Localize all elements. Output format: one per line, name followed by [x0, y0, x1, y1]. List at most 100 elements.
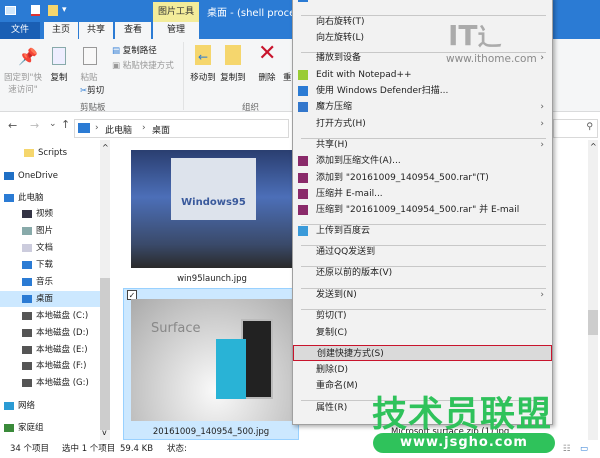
menu-item[interactable]: 还原以前的版本(V): [293, 265, 552, 281]
nav-item[interactable]: 网络: [0, 398, 100, 414]
nav-item[interactable]: 音乐: [0, 274, 100, 290]
details-view-icon[interactable]: ☷: [563, 440, 571, 458]
menu-item[interactable]: 向左旋转(L): [293, 30, 552, 46]
copy-button[interactable]: 复制: [47, 71, 71, 83]
menu-item[interactable]: 打开方式(H) ›: [293, 116, 552, 132]
winrar-icon: [298, 205, 308, 215]
drive-icon: [22, 311, 32, 320]
tab-view[interactable]: 查看: [115, 22, 151, 39]
nav-item[interactable]: 此电脑: [0, 190, 100, 206]
paste-icon: [83, 47, 97, 65]
chevron-right-icon: ›: [142, 123, 146, 133]
menu-item[interactable]: 魔方压缩 ›: [293, 99, 552, 115]
paste-shortcut-button[interactable]: ▣ 粘贴快捷方式: [112, 59, 174, 71]
menu-item[interactable]: Edit with Notepad++: [293, 67, 552, 83]
paste-shortcut-icon: ▣: [112, 61, 123, 71]
search-input[interactable]: ⚲: [553, 119, 598, 138]
nav-item[interactable]: 本地磁盘 (G:): [0, 375, 100, 391]
menu-item[interactable]: 创建快捷方式(S): [293, 345, 552, 361]
menu-item-label: 压缩并 E-mail...: [316, 189, 383, 199]
submenu-arrow-icon: ›: [540, 290, 544, 300]
menu-item-label: 发送到(N): [316, 290, 357, 300]
nav-item[interactable]: 视频: [0, 206, 100, 222]
rename-button[interactable]: 重: [283, 71, 292, 83]
menu-item-label: 添加到 "20161009_140954_500.rar"(T): [316, 173, 489, 183]
scroll-up-icon[interactable]: ^: [102, 143, 109, 152]
pin-icon: 📌: [18, 47, 38, 66]
nav-item-label: 音乐: [36, 277, 54, 287]
menu-item[interactable]: 向右旋转(T): [293, 14, 552, 30]
breadcrumb-this-pc[interactable]: 此电脑: [105, 123, 132, 136]
chevron-down-icon[interactable]: ▾: [62, 5, 67, 15]
menu-item[interactable]: 添加到 "20161009_140954_500.rar"(T): [293, 170, 552, 186]
menu-item[interactable]: 压缩到 "20161009_140954_500.rar" 并 E-mail: [293, 202, 552, 218]
new-folder-icon[interactable]: [48, 5, 58, 16]
back-icon[interactable]: ←: [8, 119, 17, 132]
delete-button[interactable]: 删除: [256, 71, 278, 83]
file-item[interactable]: Windows95: [131, 150, 293, 268]
content-scrollbar[interactable]: ^: [588, 140, 598, 440]
scroll-down-icon[interactable]: v: [102, 428, 107, 437]
menu-item-label: 使用 Windows Defender 扫描: [316, 0, 443, 2]
nav-scrollbar-thumb[interactable]: [100, 278, 110, 430]
menu-item[interactable]: 使用 Windows Defender扫描...: [293, 83, 552, 99]
nav-item[interactable]: 下载: [0, 257, 100, 273]
nav-item[interactable]: 桌面: [0, 291, 100, 307]
nav-item[interactable]: 家庭组: [0, 420, 100, 436]
ithome-url: www.ithome.com: [446, 53, 537, 65]
menu-item[interactable]: 上传到百度云: [293, 223, 552, 239]
nav-item[interactable]: OneDrive: [0, 168, 100, 184]
menu-item[interactable]: 删除(D): [293, 362, 552, 378]
nav-item[interactable]: 图片: [0, 223, 100, 239]
menu-item[interactable]: 复制(C): [293, 325, 552, 341]
copy-path-button[interactable]: ▤ 复制路径: [112, 44, 157, 56]
tab-manage[interactable]: 管理: [153, 22, 199, 39]
tab-share[interactable]: 共享: [79, 22, 113, 39]
address-bar[interactable]: › 此电脑 › 桌面: [74, 119, 289, 138]
forward-icon[interactable]: →: [30, 119, 39, 132]
pin-quick-access-button[interactable]: 固定到"快速访问": [2, 71, 44, 95]
chevron-right-icon: ›: [95, 123, 99, 133]
cut-button[interactable]: ✂剪切: [80, 84, 104, 96]
menu-item[interactable]: 添加到压缩文件(A)...: [293, 153, 552, 169]
file-name[interactable]: win95launch.jpg: [131, 274, 293, 284]
menu-item[interactable]: 共享(H) ›: [293, 137, 552, 153]
nav-item-label: Scripts: [38, 148, 68, 158]
menu-item-label: 添加到压缩文件(A)...: [316, 156, 401, 166]
nav-item[interactable]: 文档: [0, 240, 100, 256]
tab-home[interactable]: 主页: [44, 22, 78, 39]
cut-label: 剪切: [87, 86, 105, 96]
paste-button[interactable]: 粘贴: [76, 71, 102, 83]
large-icons-view-icon[interactable]: ▭: [580, 440, 588, 458]
clipboard-group-label: 剪贴板: [80, 103, 106, 113]
nav-item[interactable]: 本地磁盘 (D:): [0, 325, 100, 341]
file-name[interactable]: 20161009_140954_500.jpg: [123, 427, 299, 437]
selected-count: 选中 1 个项目: [62, 444, 116, 454]
scroll-up-icon[interactable]: ^: [590, 142, 597, 151]
breadcrumb-desktop[interactable]: 桌面: [152, 123, 170, 136]
download-icon: [22, 260, 32, 269]
menu-item[interactable]: 发送到(N) ›: [293, 287, 552, 303]
nav-item[interactable]: 本地磁盘 (F:): [0, 358, 100, 374]
nav-item-label: 本地磁盘 (D:): [36, 328, 89, 338]
thumbnail-image: Windows95: [171, 158, 256, 220]
menu-item[interactable]: 通过QQ发送到: [293, 244, 552, 260]
nav-item-label: 网络: [18, 401, 36, 411]
nav-item[interactable]: 本地磁盘 (E:): [0, 342, 100, 358]
nav-item[interactable]: Scripts: [0, 145, 100, 161]
nav-item[interactable]: 本地磁盘 (C:): [0, 308, 100, 324]
scrollbar-thumb[interactable]: [588, 310, 598, 335]
selected-size: 59.4 KB: [120, 444, 154, 454]
pictures-icon: [22, 226, 32, 235]
menu-item[interactable]: 剪切(T): [293, 308, 552, 324]
copy-to-button[interactable]: 复制到: [218, 71, 248, 83]
menu-item-label: 使用 Windows Defender扫描...: [316, 86, 449, 96]
tab-file[interactable]: 文件: [0, 22, 40, 39]
menu-item[interactable]: 使用 Windows Defender 扫描: [293, 0, 552, 5]
recent-chevron-icon[interactable]: ⌄: [49, 119, 57, 129]
properties-icon[interactable]: [31, 5, 40, 16]
move-to-button[interactable]: 移动到: [188, 71, 218, 83]
menu-item[interactable]: 压缩并 E-mail...: [293, 186, 552, 202]
paste-shortcut-label: 粘贴快捷方式: [122, 61, 174, 71]
up-icon[interactable]: ↑: [61, 118, 70, 131]
